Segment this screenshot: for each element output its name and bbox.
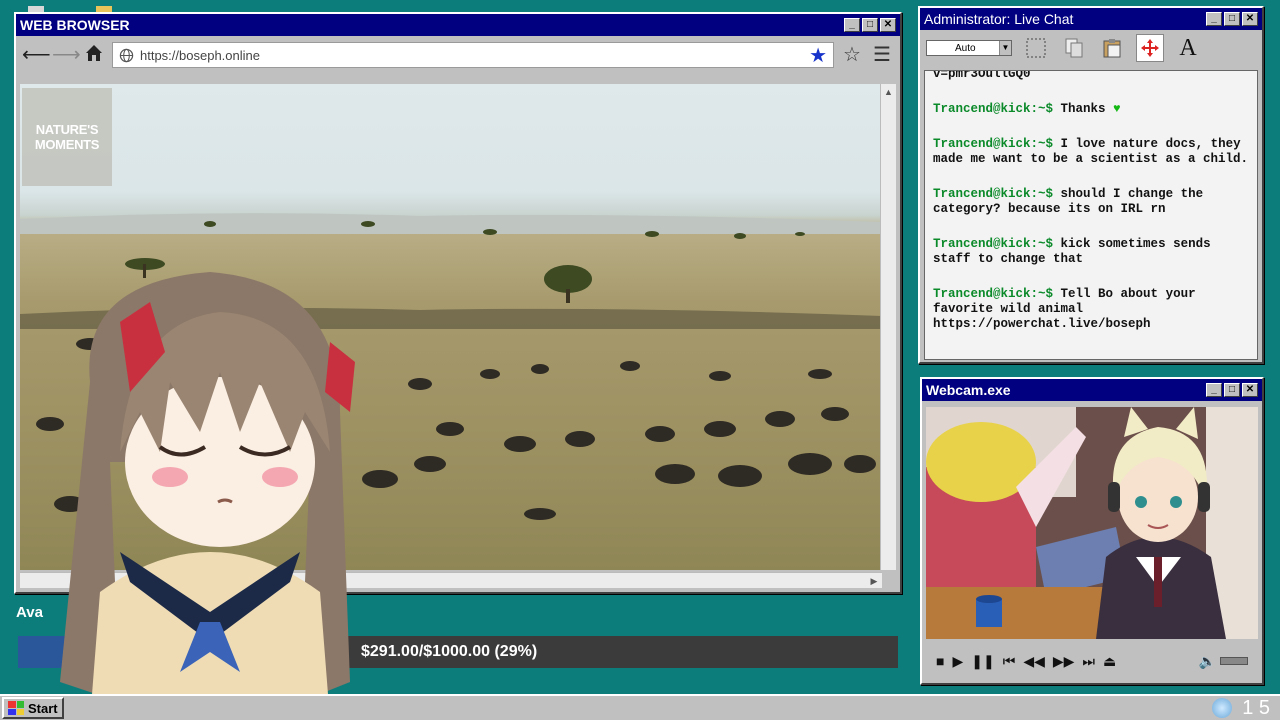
copy-icon[interactable] [1060,34,1088,62]
rewind-icon[interactable]: ◀◀ [1023,653,1045,670]
webcam-title: Webcam.exe [926,382,1011,398]
back-arrow-icon[interactable]: ⟵ [22,43,51,67]
skip-forward-icon[interactable]: ⏭ [1082,653,1095,670]
live-chat-window: Administrator: Live Chat _ □ ✕ Auto ▼ A v… [918,6,1264,364]
chat-text: Thanks [1060,102,1106,116]
chat-message: Trancend@kick:~$ Tell Bo about your favo… [933,287,1249,332]
play-icon[interactable]: ▶ [952,653,963,670]
skip-back-icon[interactable]: ⏮ [1003,653,1016,670]
browser-title: WEB BROWSER [20,17,130,33]
close-button[interactable]: ✕ [1242,12,1258,26]
chat-title: Administrator: Live Chat [924,11,1074,27]
maximize-button[interactable]: □ [862,18,878,32]
maximize-button[interactable]: □ [1224,12,1240,26]
move-icon[interactable] [1136,34,1164,62]
stop-icon[interactable]: ■ [936,653,944,669]
font-select[interactable]: Auto ▼ [926,40,1012,56]
font-select-value: Auto [955,42,976,54]
select-icon[interactable] [1022,34,1050,62]
close-button[interactable]: ✕ [880,18,896,32]
chat-toolbar: Auto ▼ A [920,30,1262,66]
pause-icon[interactable]: ❚❚ [971,653,994,670]
green-heart-icon: ♥ [1113,102,1121,116]
chat-message: Trancend@kick:~$ should I change the cat… [933,187,1249,217]
volume-slider[interactable] [1220,657,1248,665]
close-button[interactable]: ✕ [1242,383,1258,397]
start-button[interactable]: Start [2,697,64,719]
minimize-button[interactable]: _ [1206,12,1222,26]
start-label: Start [28,700,58,716]
natures-moments-logo: NATURE'S MOMENTS [22,88,112,186]
volume-control[interactable]: 🔈 [1199,653,1248,670]
clock: 1 5 [1242,696,1270,719]
minimize-button[interactable]: _ [844,18,860,32]
webcam-titlebar[interactable]: Webcam.exe _ □ ✕ [922,379,1262,401]
chat-nick: Trancend@kick:~$ [933,287,1054,301]
chat-message: Trancend@kick:~$ I love nature docs, the… [933,137,1249,167]
chat-log: v=pmr3OullGQ0 Trancend@kick:~$ Thanks ♥ … [924,70,1258,360]
windows-logo-icon [8,701,24,715]
scroll-right-icon[interactable]: ▶ [866,573,882,588]
speaker-icon[interactable]: 🔈 [1199,653,1216,670]
chevron-down-icon: ▼ [999,41,1011,55]
paste-icon[interactable] [1098,34,1126,62]
font-icon[interactable]: A [1174,34,1202,62]
address-bar[interactable]: https://boseph.online ★ [112,42,834,68]
home-icon[interactable] [82,43,106,67]
chat-nick: Trancend@kick:~$ [933,137,1054,151]
minimize-button[interactable]: _ [1206,383,1222,397]
chat-message: Trancend@kick:~$ Thanks ♥ [933,102,1249,117]
bookmark-star-icon[interactable]: ★ [809,43,827,68]
webcam-window: Webcam.exe _ □ ✕ ■ ▶ ❚❚ ⏮ ◀◀ ▶▶ ⏭ ⏏ 🔈 [920,377,1264,685]
favorites-star-icon[interactable]: ☆ [840,43,864,67]
scroll-up-icon[interactable]: ▲ [881,84,896,100]
vertical-scrollbar[interactable]: ▲ [880,84,896,570]
chat-nick: Trancend@kick:~$ [933,237,1054,251]
media-controls: ■ ▶ ❚❚ ⏮ ◀◀ ▶▶ ⏭ ⏏ 🔈 [926,645,1258,677]
taskbar: Start 1 5 [0,694,1280,720]
fast-forward-icon[interactable]: ▶▶ [1053,653,1075,670]
chat-partial-line: v=pmr3OullGQ0 [933,70,1031,81]
url-text: https://boseph.online [140,47,260,63]
chat-message: Trancend@kick:~$ kick sometimes sends st… [933,237,1249,267]
system-tray: 1 5 [1212,697,1278,720]
browser-navbar: ⟵ ⟶ https://boseph.online ★ ☆ ☰ [16,36,900,74]
maximize-button[interactable]: □ [1224,383,1240,397]
webcam-feed [926,407,1258,639]
chat-titlebar[interactable]: Administrator: Live Chat _ □ ✕ [920,8,1262,30]
menu-icon[interactable]: ☰ [870,43,894,67]
donation-goal-text: $291.00/$1000.00 (29%) [361,643,538,660]
eject-icon[interactable]: ⏏ [1103,653,1116,670]
chat-nick: Trancend@kick:~$ [933,187,1054,201]
browser-titlebar[interactable]: WEB BROWSER _ □ ✕ [16,14,900,36]
network-icon[interactable] [1212,698,1233,718]
forward-arrow-icon[interactable]: ⟶ [52,43,81,67]
vtuber-avatar [50,262,370,720]
chat-nick: Trancend@kick:~$ [933,102,1054,116]
globe-icon [119,48,134,62]
donor-name: Ava [16,604,43,621]
